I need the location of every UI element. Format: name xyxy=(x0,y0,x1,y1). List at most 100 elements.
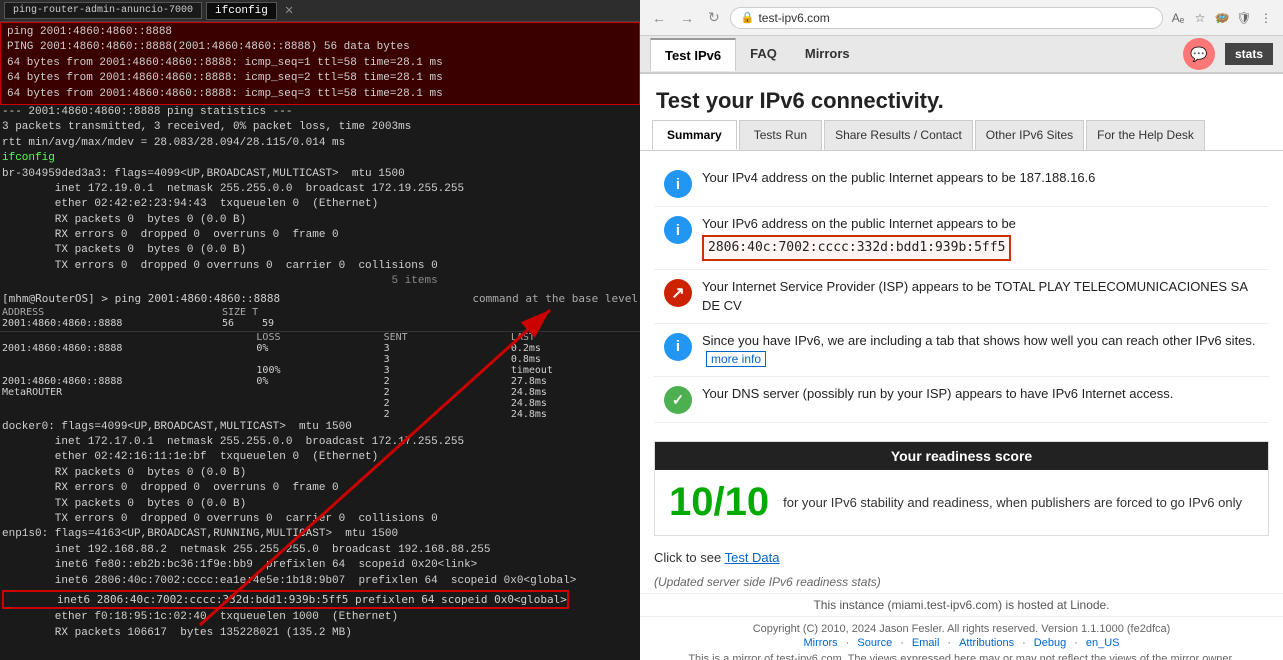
footer-section: Copyright (C) 2010, 2024 Jason Fesler. A… xyxy=(640,616,1283,660)
ipv6-tab-info-text: Since you have IPv6, we are including a … xyxy=(702,332,1259,368)
nav-tab-faq[interactable]: FAQ xyxy=(736,38,791,71)
browser-chrome: ← → ↻ 🔒 test-ipv6.com Aₑ ☆ 🪺 🛡 ⋮ xyxy=(640,0,1283,36)
browser-panel: ← → ↻ 🔒 test-ipv6.com Aₑ ☆ 🪺 🛡 ⋮ Test IP… xyxy=(640,0,1283,660)
terminal-line: 64 bytes from 2001:4860:4860::8888: icmp… xyxy=(5,56,635,71)
result-tab-summary[interactable]: Summary xyxy=(652,120,737,150)
refresh-button[interactable]: ↻ xyxy=(704,7,724,28)
footer-copyright: Copyright (C) 2010, 2024 Jason Fesler. A… xyxy=(650,623,1273,635)
terminal-tab-ping[interactable]: ping-router-admin-anuncio-7000 xyxy=(4,2,202,19)
readiness-header: Your readiness score xyxy=(655,442,1268,470)
page-title: Test your IPv6 connectivity. xyxy=(640,74,1283,120)
updated-text: (Updated server side IPv6 readiness stat… xyxy=(640,571,1283,593)
forward-button[interactable]: → xyxy=(676,8,698,28)
terminal-line: [mhm@RouterOS] > ping 2001:4860:4860::88… xyxy=(0,290,640,307)
browser-content: Test your IPv6 connectivity. Summary Tes… xyxy=(640,74,1283,660)
test-data-prefix: Click to see xyxy=(654,550,721,565)
stats-button[interactable]: stats xyxy=(1225,43,1273,65)
close-tab-icon[interactable]: ✕ xyxy=(285,2,293,19)
terminal-line: RX packets 0 bytes 0 (0.0 B) xyxy=(0,213,640,228)
info-icon-dns: ✓ xyxy=(664,386,692,414)
footer-link-attributions[interactable]: Attributions xyxy=(959,637,1014,649)
terminal-line: 3 packets transmitted, 3 received, 0% pa… xyxy=(0,120,640,135)
site-nav-left: Test IPv6 FAQ Mirrors xyxy=(650,38,864,71)
menu-icon[interactable]: ⋮ xyxy=(1257,9,1275,27)
terminal-line: inet6 fe80::eb2b:bc36:1f9e:bb9 prefixlen… xyxy=(0,558,640,573)
terminal-line: enp1s0: flags=4163<UP,BROADCAST,RUNNING,… xyxy=(0,527,640,542)
chat-icon[interactable]: 💬 xyxy=(1183,38,1215,70)
result-tab-other-sites[interactable]: Other IPv6 Sites xyxy=(975,120,1084,150)
readiness-description: for your IPv6 stability and readiness, w… xyxy=(783,494,1242,512)
terminal-content: ping 2001:4860:4860::8888 PING 2001:4860… xyxy=(0,22,640,660)
readiness-body: 10/10 for your IPv6 stability and readin… xyxy=(655,470,1268,535)
info-icon-ipv4: i xyxy=(664,170,692,198)
ipv6-address-highlight: 2806:40c:7002:cccc:332d:bdd1:939b:5ff5 xyxy=(702,235,1011,261)
terminal-line: RX packets 106617 bytes 135228021 (135.2… xyxy=(0,626,640,641)
result-tab-help-desk[interactable]: For the Help Desk xyxy=(1086,120,1205,150)
result-tabs: Summary Tests Run Share Results / Contac… xyxy=(640,120,1283,151)
footer-link-mirrors[interactable]: Mirrors xyxy=(803,637,837,649)
highlighted-ipv6-line: inet6 2806:40c:7002:cccc:332d:bdd1:939b:… xyxy=(2,590,569,609)
terminal-line: ether 02:42:e2:23:94:43 txqueuelen 0 (Et… xyxy=(0,197,640,212)
terminal-line: RX errors 0 dropped 0 overruns 0 frame 0 xyxy=(0,228,640,243)
terminal-row: 2001:4860:4860::8888 56 59 xyxy=(0,318,640,329)
nav-tab-mirrors[interactable]: Mirrors xyxy=(791,38,864,71)
terminal-line: ether f0:18:95:1c:02:40 txqueuelen 1000 … xyxy=(0,610,640,625)
result-tab-share[interactable]: Share Results / Contact xyxy=(824,120,973,150)
loss-table-body: 2001:4860:4860::88880%30.2ms 30.8ms 100%… xyxy=(0,343,640,420)
linode-text: This instance (miami.test-ipv6.com) is h… xyxy=(640,593,1283,616)
terminal-line: RX errors 0 dropped 0 overruns 0 frame 0 xyxy=(0,481,640,496)
ipv4-info-text: Your IPv4 address on the public Internet… xyxy=(702,169,1095,187)
terminal-line: TX errors 0 dropped 0 overruns 0 carrier… xyxy=(0,512,640,527)
back-button[interactable]: ← xyxy=(648,8,670,28)
terminal-line: rtt min/avg/max/mdev = 28.083/28.094/28.… xyxy=(0,136,640,151)
terminal-header-row: ADDRESS SIZE T xyxy=(0,307,640,318)
nav-tab-test-ipv6[interactable]: Test IPv6 xyxy=(650,38,736,71)
footer-link-locale[interactable]: en_US xyxy=(1086,637,1120,649)
ipv6-info-text: Your IPv6 address on the public Internet… xyxy=(702,215,1016,261)
dns-info-card: ✓ Your DNS server (possibly run by your … xyxy=(654,377,1269,423)
lock-icon: 🔒 xyxy=(741,11,755,24)
info-icon-isp: ↗ xyxy=(664,279,692,307)
address-bar[interactable]: 🔒 test-ipv6.com xyxy=(730,7,1163,29)
ipv6-text-before: Your IPv6 address on the public Internet… xyxy=(702,216,1016,231)
terminal-line: --- 2001:4860:4860::8888 ping statistics… xyxy=(0,105,640,120)
terminal-line: RX packets 0 bytes 0 (0.0 B) xyxy=(0,466,640,481)
footer-link-debug[interactable]: Debug xyxy=(1034,637,1066,649)
site-nav: Test IPv6 FAQ Mirrors 💬 stats xyxy=(640,36,1283,74)
terminal-line: inet 172.19.0.1 netmask 255.255.0.0 broa… xyxy=(0,182,640,197)
ipv6-info-card: i Your IPv6 address on the public Intern… xyxy=(654,207,1269,270)
footer-links: Mirrors · Source · Email · Attributions … xyxy=(650,637,1273,649)
terminal-line: 5 items xyxy=(0,274,640,289)
terminal-line: inet 192.168.88.2 netmask 255.255.255.0 … xyxy=(0,543,640,558)
isp-info-text: Your Internet Service Provider (ISP) app… xyxy=(702,278,1259,314)
terminal-line: TX packets 0 bytes 0 (0.0 B) xyxy=(0,497,640,512)
shield-icon[interactable]: 🛡 xyxy=(1235,9,1253,27)
more-info-link[interactable]: more info xyxy=(706,351,766,367)
ipv4-info-card: i Your IPv4 address on the public Intern… xyxy=(654,161,1269,207)
result-tab-tests-run[interactable]: Tests Run xyxy=(739,120,822,150)
footer-mirror-notice: This is a mirror of test-ipv6.com. The v… xyxy=(650,653,1273,660)
test-data-link[interactable]: Test Data xyxy=(725,550,780,565)
footer-link-email[interactable]: Email xyxy=(912,637,940,649)
info-icon-ipv6: i xyxy=(664,216,692,244)
terminal-tab-ifconfig[interactable]: ifconfig xyxy=(206,2,277,20)
loss-table-header: LOSS SENT LAST xyxy=(0,331,640,343)
terminal-line: TX packets 0 bytes 0 (0.0 B) xyxy=(0,243,640,258)
terminal-line: ifconfig xyxy=(0,151,640,166)
readiness-section: Your readiness score 10/10 for your IPv6… xyxy=(654,441,1269,536)
terminal-line: docker0: flags=4099<UP,BROADCAST,MULTICA… xyxy=(0,420,640,435)
url-display: test-ipv6.com xyxy=(758,11,829,25)
terminal-line: inet 172.17.0.1 netmask 255.255.0.0 broa… xyxy=(0,435,640,450)
terminal-line: ether 02:42:16:11:1e:bf txqueuelen 0 (Et… xyxy=(0,450,640,465)
bookmark-icon[interactable]: ☆ xyxy=(1191,9,1209,27)
terminal-line: 64 bytes from 2001:4860:4860::8888: icmp… xyxy=(5,87,635,102)
extension-icon[interactable]: 🪺 xyxy=(1213,9,1231,27)
isp-info-card: ↗ Your Internet Service Provider (ISP) a… xyxy=(654,270,1269,323)
footer-link-source[interactable]: Source xyxy=(857,637,892,649)
terminal-line: TX errors 0 dropped 0 overruns 0 carrier… xyxy=(0,259,640,274)
translate-icon[interactable]: Aₑ xyxy=(1169,9,1187,27)
info-icon-tab: i xyxy=(664,333,692,361)
terminal-panel: ping-router-admin-anuncio-7000 ifconfig … xyxy=(0,0,640,660)
test-data-section: Click to see Test Data xyxy=(640,544,1283,571)
terminal-top-bar: ping-router-admin-anuncio-7000 ifconfig … xyxy=(0,0,640,22)
